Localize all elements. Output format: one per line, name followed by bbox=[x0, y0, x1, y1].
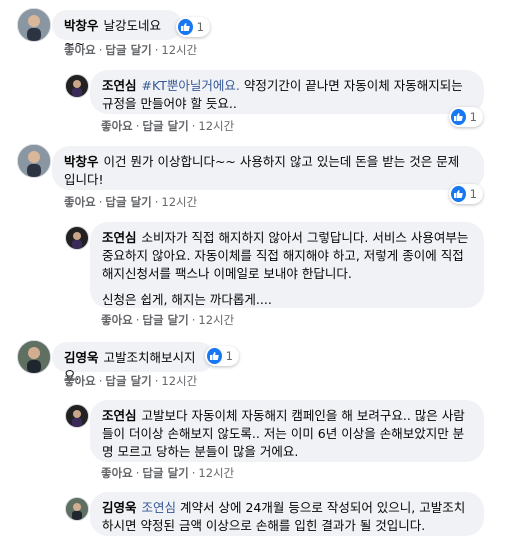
comment-author[interactable]: 박창우 bbox=[64, 154, 99, 169]
avatar[interactable] bbox=[65, 497, 89, 521]
like-button[interactable]: 좋아요 bbox=[64, 195, 96, 209]
hashtag-link[interactable]: #KT뿐아닐거에요. bbox=[142, 78, 240, 93]
comment-text-paragraph: 신청은 쉽게, 해지는 까다롭게.... bbox=[102, 292, 272, 307]
comment-bubble: 조연심 #KT뿐아닐거에요. 약정기간이 끝나면 자동이체 자동해지되는 규정을 만… bbox=[90, 70, 484, 114]
timestamp[interactable]: 12시간 bbox=[198, 119, 234, 133]
comment-text: 이건 뭔가 이상합니다~~ 사용하지 않고 있는데 돈을 받는 것은 문제 입니… bbox=[64, 154, 460, 187]
timestamp[interactable]: 12시간 bbox=[198, 466, 234, 480]
like-button[interactable]: 좋아요 bbox=[101, 466, 133, 480]
reply-button[interactable]: 답글 달기 bbox=[105, 43, 151, 57]
comment-bubble: 박창우 이건 뭔가 이상합니다~~ 사용하지 않고 있는데 돈을 받는 것은 문제… bbox=[52, 146, 484, 190]
comment-author[interactable]: 조연심 bbox=[102, 78, 137, 93]
like-button[interactable]: 좋아요 bbox=[64, 43, 96, 57]
like-button[interactable]: 좋아요 bbox=[101, 119, 133, 133]
comment-text: 소비자가 직접 해지하지 않아서 그렇답니다. 서비스 사용여부는 중요하지 않… bbox=[102, 230, 469, 281]
comment-author[interactable]: 조연심 bbox=[102, 230, 137, 245]
comment-author[interactable]: 박창우 bbox=[64, 18, 99, 33]
avatar[interactable] bbox=[65, 74, 89, 98]
like-icon bbox=[207, 348, 222, 364]
reaction-number: 1 bbox=[469, 110, 477, 124]
comment-bubble: 김영욱 조연심 계약서 상에 24개월 등으로 작성되어 있으니, 고발조치하시면 … bbox=[90, 492, 484, 536]
avatar[interactable] bbox=[17, 340, 51, 374]
comment-text: 고발보다 자동이체 자동해지 캠페인을 해 보려구요.. 많은 사람들이 더이상… bbox=[102, 408, 465, 459]
comment-actions: 좋아요 · 답글 달기 · 12시간 bbox=[64, 195, 198, 209]
reply-button[interactable]: 답글 달기 bbox=[142, 119, 188, 133]
comment-thread: 박창우 날강도네요~~ 1 좋아요 · 답글 달기 · 12시간 조연심 #KT뿐아닐거에요… bbox=[0, 0, 519, 536]
like-button[interactable]: 좋아요 bbox=[64, 374, 96, 388]
comment-actions: 좋아요 · 답글 달기 · 12시간 bbox=[101, 466, 235, 480]
comment-author[interactable]: 김영욱 bbox=[64, 350, 99, 365]
comment-actions: 좋아요 · 답글 달기 · 12시간 bbox=[64, 374, 198, 388]
reaction-count[interactable]: 1 bbox=[205, 346, 239, 366]
avatar[interactable] bbox=[17, 8, 51, 42]
comment-author[interactable]: 조연심 bbox=[102, 408, 137, 423]
mention-link[interactable]: 조연심 bbox=[142, 500, 177, 515]
reply-button[interactable]: 답글 달기 bbox=[105, 374, 151, 388]
avatar[interactable] bbox=[65, 404, 89, 428]
avatar[interactable] bbox=[65, 226, 89, 250]
reply-button[interactable]: 답글 달기 bbox=[142, 313, 188, 327]
timestamp[interactable]: 12시간 bbox=[198, 313, 234, 327]
like-button[interactable]: 좋아요 bbox=[101, 313, 133, 327]
reply-button[interactable]: 답글 달기 bbox=[142, 466, 188, 480]
reaction-count[interactable]: 1 bbox=[176, 17, 210, 37]
avatar[interactable] bbox=[17, 144, 51, 178]
comment-author[interactable]: 김영욱 bbox=[102, 500, 137, 515]
comment-bubble: 조연심 소비자가 직접 해지하지 않아서 그렇답니다. 서비스 사용여부는 중요하… bbox=[90, 222, 484, 308]
timestamp[interactable]: 12시간 bbox=[161, 195, 197, 209]
reaction-number: 1 bbox=[225, 349, 233, 363]
comment-bubble: 조연심 고발보다 자동이체 자동해지 캠페인을 해 보려구요.. 많은 사람들이 … bbox=[90, 400, 484, 462]
reaction-count[interactable]: 1 bbox=[449, 107, 483, 127]
timestamp[interactable]: 12시간 bbox=[161, 374, 197, 388]
comment-actions: 좋아요 · 답글 달기 · 12시간 bbox=[64, 43, 198, 57]
reply-button[interactable]: 답글 달기 bbox=[105, 195, 151, 209]
reaction-number: 1 bbox=[469, 187, 477, 201]
like-icon bbox=[451, 186, 466, 202]
like-icon bbox=[178, 19, 193, 35]
comment-bubble: 김영욱 고발조치해보시지요. bbox=[52, 342, 214, 383]
like-icon bbox=[451, 109, 466, 125]
comment-actions: 좋아요 · 답글 달기 · 12시간 bbox=[101, 313, 235, 327]
reaction-number: 1 bbox=[196, 20, 204, 34]
timestamp[interactable]: 12시간 bbox=[161, 43, 197, 57]
comment-bubble: 박창우 날강도네요~~ bbox=[52, 10, 182, 51]
comment-actions: 좋아요 · 답글 달기 · 12시간 bbox=[101, 119, 235, 133]
reaction-count[interactable]: 1 bbox=[449, 184, 483, 204]
